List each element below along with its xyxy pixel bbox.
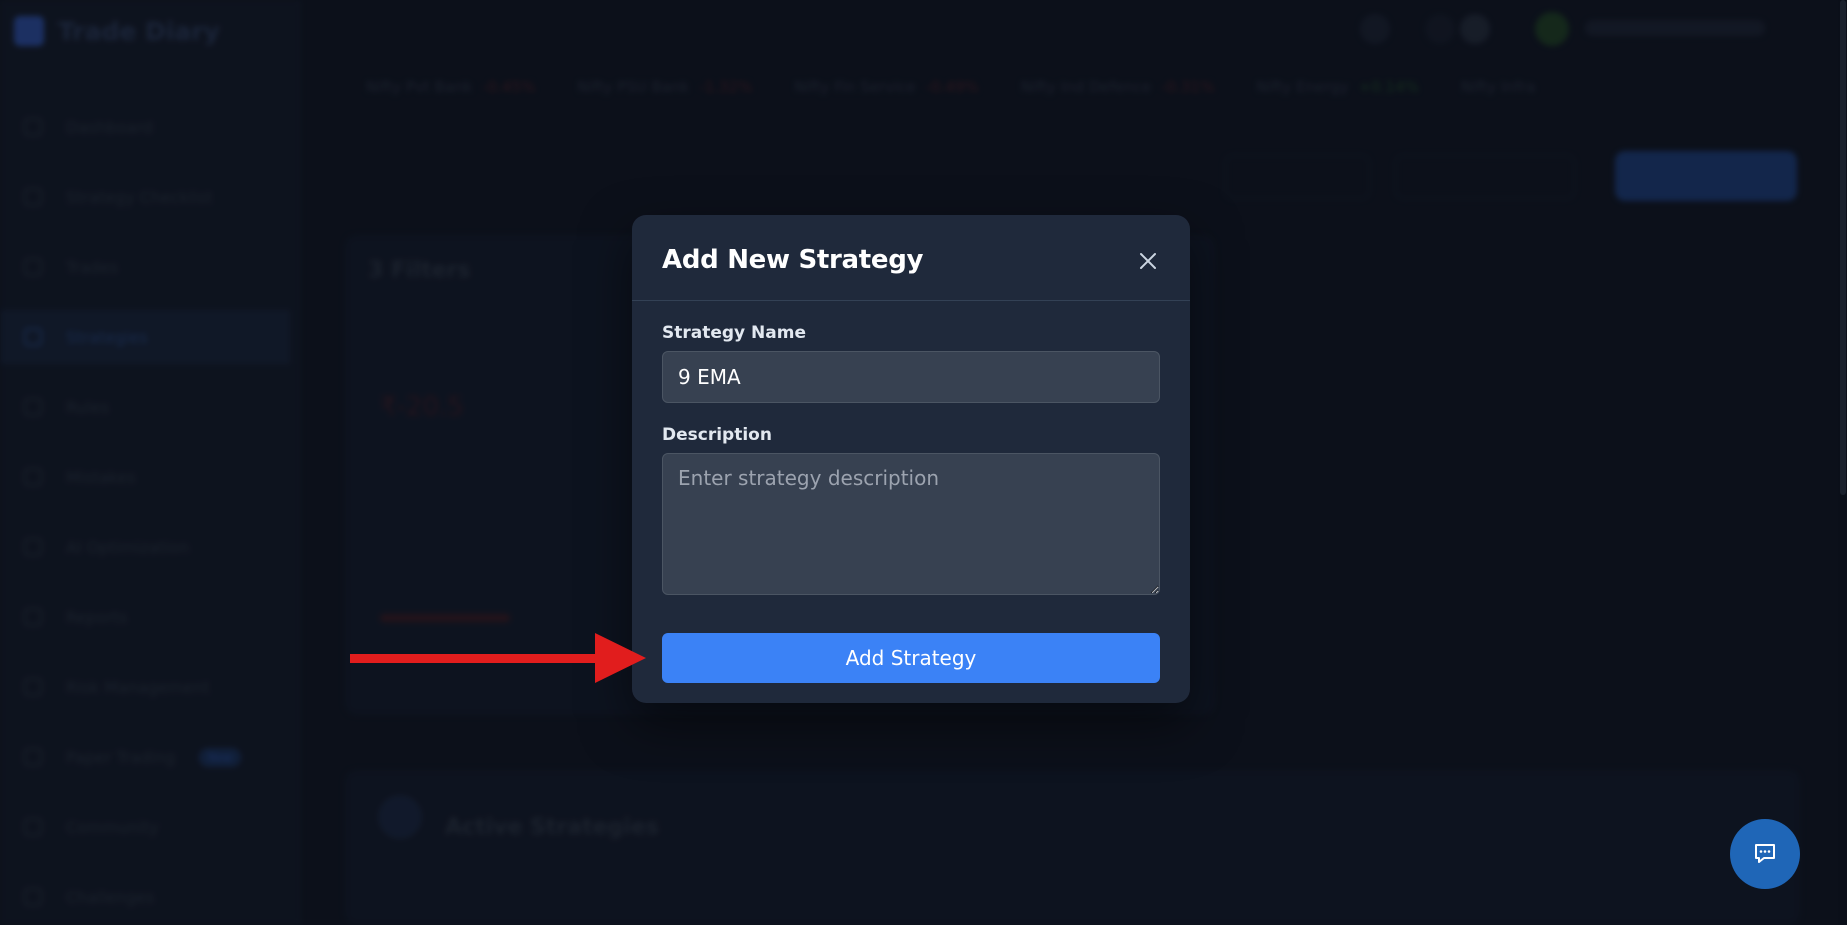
add-strategy-modal: Add New Strategy Strategy Name Descripti… (632, 215, 1190, 703)
strategy-name-label: Strategy Name (662, 323, 806, 343)
close-button[interactable] (1132, 245, 1164, 277)
add-strategy-button[interactable]: Add Strategy (662, 633, 1160, 683)
chat-bubble-icon (1755, 844, 1775, 863)
chat-button[interactable] (1730, 819, 1800, 889)
strategy-name-input[interactable] (662, 351, 1160, 403)
modal-title: Add New Strategy (662, 245, 924, 275)
description-textarea[interactable] (662, 453, 1160, 595)
red-arrow-annotation (350, 633, 646, 683)
close-icon (1140, 253, 1156, 269)
modal-header-divider (632, 300, 1190, 301)
description-label: Description (662, 425, 772, 445)
